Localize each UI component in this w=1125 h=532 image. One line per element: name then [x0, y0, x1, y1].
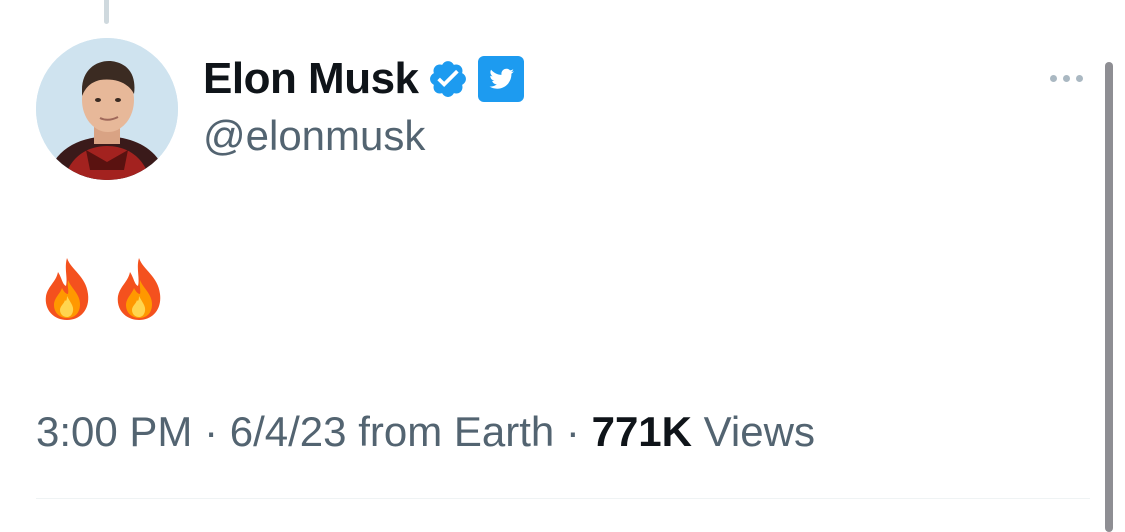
author-name-row: Elon Musk: [203, 50, 525, 108]
more-dot-icon: [1049, 74, 1057, 82]
avatar[interactable]: [36, 38, 178, 180]
twitter-bird-icon[interactable]: [477, 55, 525, 103]
views-label[interactable]: Views: [692, 408, 815, 455]
tweet-meta: 3:00 PM · 6/4/23 from Earth · 771K Views: [36, 408, 815, 456]
author-display-name[interactable]: Elon Musk: [203, 54, 419, 104]
more-dot-icon: [1075, 74, 1083, 82]
avatar-image: [36, 38, 178, 180]
tweet-date[interactable]: 6/4/23: [230, 408, 347, 455]
thread-connector-line: [104, 0, 109, 24]
tweet-source: from Earth: [346, 408, 555, 455]
views-count[interactable]: 771K: [592, 408, 692, 455]
more-dot-icon: [1062, 74, 1070, 82]
tweet-text: [38, 256, 168, 322]
more-options-button[interactable]: [1036, 60, 1096, 96]
meta-separator: ·: [554, 408, 592, 455]
fire-emoji-icon: [110, 256, 168, 322]
tweet-time[interactable]: 3:00 PM: [36, 408, 192, 455]
divider: [36, 498, 1090, 499]
meta-separator: ·: [192, 408, 230, 455]
author-handle[interactable]: @elonmusk: [203, 112, 425, 160]
scrollbar[interactable]: [1105, 62, 1113, 532]
verified-check-icon[interactable]: [427, 58, 469, 100]
fire-emoji-icon: [38, 256, 96, 322]
